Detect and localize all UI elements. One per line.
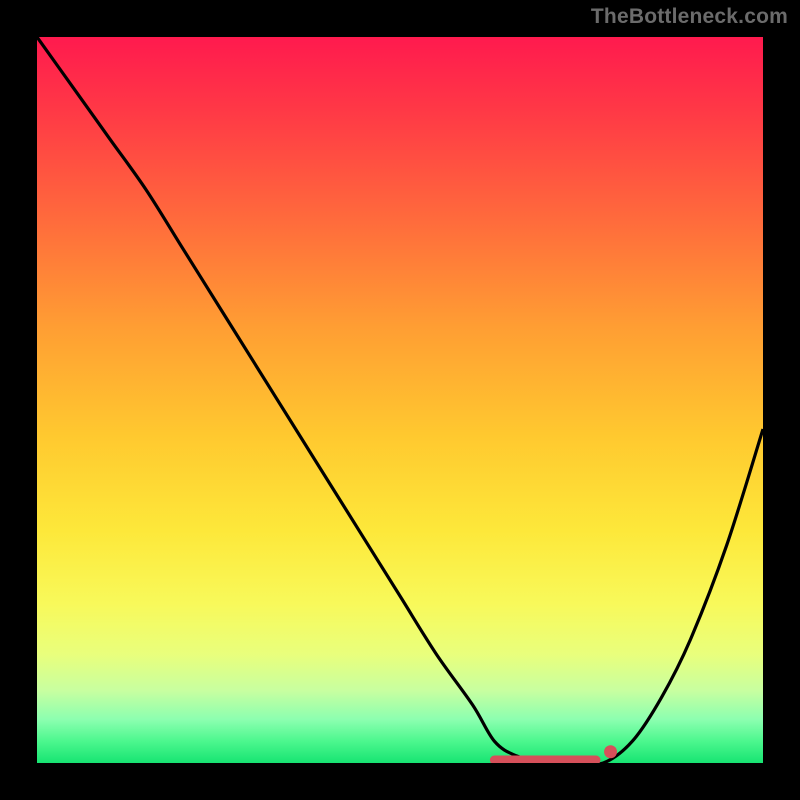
chart-frame: TheBottleneck.com <box>0 0 800 800</box>
bottleneck-curve <box>37 37 763 763</box>
plot-area <box>37 37 763 763</box>
watermark-text: TheBottleneck.com <box>591 5 788 29</box>
